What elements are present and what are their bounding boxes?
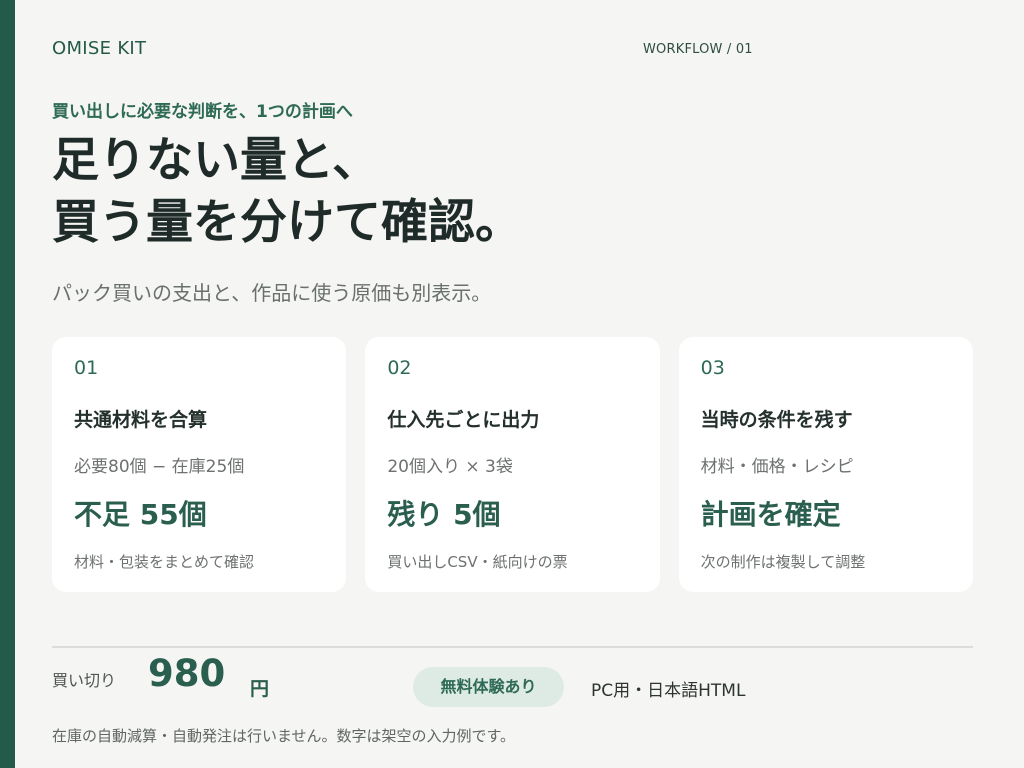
step-number: 03 — [700, 357, 725, 379]
headline: 足りない量と、 買う量を分けて確認。 — [52, 130, 522, 254]
step-detail: 必要80個 − 在庫25個 — [74, 457, 245, 477]
headline-line-1: 足りない量と、 — [52, 133, 380, 188]
step-result: 計画を確定 — [700, 498, 841, 531]
step-card-3: 03 当時の条件を残す 材料・価格・レシピ 計画を確定 次の制作は複製して調整 — [678, 337, 973, 592]
lead-text: パック買いの支出と、作品に使う原価も別表示。 — [52, 281, 492, 305]
step-detail: 材料・価格・レシピ — [700, 457, 854, 477]
step-number: 02 — [387, 357, 412, 379]
step-detail: 20個入り × 3袋 — [387, 457, 513, 477]
step-note: 買い出しCSV・紙向けの票 — [387, 553, 568, 571]
step-number: 01 — [74, 357, 99, 379]
step-card-2: 02 仕入先ごとに出力 20個入り × 3袋 残り 5個 買い出しCSV・紙向け… — [365, 337, 660, 592]
platform-label: PC用・日本語HTML — [591, 681, 746, 701]
step-title: 共通材料を合算 — [74, 409, 208, 431]
step-note: 次の制作は複製して調整 — [700, 553, 866, 571]
step-card-1: 01 共通材料を合算 必要80個 − 在庫25個 不足 55個 材料・包装をまと… — [52, 337, 347, 592]
price-label: 買い切り — [52, 671, 117, 690]
headline-line-2: 買う量を分けて確認。 — [52, 195, 522, 250]
workflow-label: WORKFLOW / 01 — [643, 42, 753, 57]
price-value: 980 — [148, 652, 226, 695]
steps-cards: 01 共通材料を合算 必要80個 − 在庫25個 不足 55個 材料・包装をまと… — [52, 337, 973, 592]
free-trial-badge: 無料体験あり — [413, 667, 564, 707]
step-title: 仕入先ごとに出力 — [387, 409, 540, 431]
step-result: 残り 5個 — [387, 498, 501, 531]
disclaimer-text: 在庫の自動減算・自動発注は行いません。数字は架空の入力例です。 — [52, 727, 516, 745]
kicker: 買い出しに必要な判断を、1つの計画へ — [52, 102, 353, 122]
price-unit: 円 — [250, 678, 270, 700]
step-result: 不足 55個 — [74, 498, 207, 531]
step-note: 材料・包装をまとめて確認 — [74, 553, 255, 571]
step-title: 当時の条件を残す — [700, 409, 853, 431]
accent-bar — [0, 0, 15, 768]
brand-name: OMISE KIT — [52, 38, 147, 59]
footer-divider — [52, 646, 973, 648]
